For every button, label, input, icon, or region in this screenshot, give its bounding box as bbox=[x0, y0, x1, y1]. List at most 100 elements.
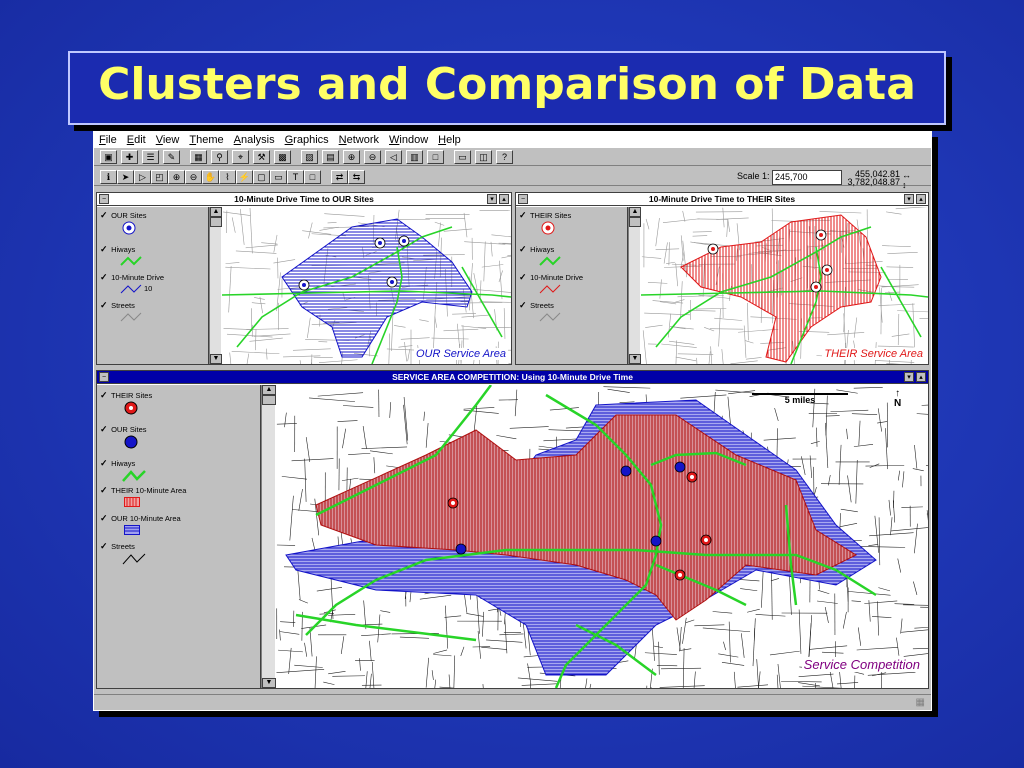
layout-icon[interactable]: ▭ bbox=[454, 150, 471, 164]
legend-streets[interactable]: ✓ Streets bbox=[100, 542, 146, 565]
maximize-button[interactable]: ▴ bbox=[499, 194, 509, 204]
menu-help[interactable]: Help bbox=[433, 132, 466, 146]
legend-hiways[interactable]: ✓ Hiways bbox=[100, 459, 146, 482]
minimize-button[interactable]: ▾ bbox=[487, 194, 497, 204]
zoom-out-tool-icon[interactable]: ⊖ bbox=[185, 170, 202, 184]
select-by-theme-icon[interactable]: ▥ bbox=[406, 150, 423, 164]
check-icon[interactable]: ✓ bbox=[519, 273, 528, 282]
view-competition-titlebar[interactable]: − SERVICE AREA COMPETITION: Using 10-Min… bbox=[97, 371, 928, 384]
legend-hiways[interactable]: ✓ Hiways bbox=[519, 245, 561, 266]
legend-hiways[interactable]: ✓ Hiways bbox=[100, 245, 142, 266]
check-icon[interactable]: ✓ bbox=[100, 459, 109, 468]
legend-streets[interactable]: ✓ Streets bbox=[519, 301, 561, 322]
legend-scrollbar[interactable]: ▲ ▼ bbox=[261, 385, 276, 688]
menu-view[interactable]: View bbox=[151, 132, 185, 146]
check-icon[interactable]: ✓ bbox=[100, 391, 109, 400]
zoom-previous-icon[interactable]: ◁ bbox=[385, 150, 402, 164]
legend-our-area[interactable]: ✓ OUR 10-Minute Area bbox=[100, 514, 181, 535]
vertex-edit-icon[interactable]: ▷ bbox=[134, 170, 151, 184]
window-control-menu[interactable]: − bbox=[99, 194, 109, 204]
check-icon[interactable]: ✓ bbox=[100, 273, 109, 282]
scroll-up-icon[interactable]: ▲ bbox=[210, 207, 222, 217]
find-icon[interactable]: ⚲ bbox=[211, 150, 228, 164]
text-tool-icon[interactable]: T bbox=[287, 170, 304, 184]
legend-our-sites[interactable]: ✓ OUR Sites bbox=[100, 425, 147, 449]
zoom-in-icon[interactable]: ⊕ bbox=[343, 150, 360, 164]
query-builder-icon[interactable]: ⚒ bbox=[253, 150, 270, 164]
view-our-sites[interactable]: − 10-Minute Drive Time to OUR Sites ▾ ▴ … bbox=[96, 192, 512, 365]
scroll-thumb[interactable] bbox=[262, 395, 276, 405]
network-find-route-icon[interactable]: ⇄ bbox=[331, 170, 348, 184]
menu-theme[interactable]: Theme bbox=[184, 132, 228, 146]
legend-drive-time[interactable]: ✓ 10-Minute Drive bbox=[519, 273, 583, 294]
check-icon[interactable]: ✓ bbox=[519, 245, 528, 254]
legend-our-sites[interactable]: ✓ OUR Sites bbox=[100, 211, 147, 235]
pan-icon[interactable]: ✋ bbox=[202, 170, 219, 184]
identify-icon[interactable]: ℹ bbox=[100, 170, 117, 184]
map-their[interactable]: THEIR Service Area bbox=[641, 207, 928, 364]
legend-their-sites[interactable]: ✓ THEIR Sites bbox=[519, 211, 571, 235]
check-icon[interactable]: ✓ bbox=[100, 425, 109, 434]
scroll-up-icon[interactable]: ▲ bbox=[262, 385, 276, 395]
pointer-icon[interactable]: ➤ bbox=[117, 170, 134, 184]
minimize-button[interactable]: ▾ bbox=[904, 194, 914, 204]
legend-streets[interactable]: ✓ Streets bbox=[100, 301, 142, 322]
save-icon[interactable]: ▣ bbox=[100, 150, 117, 164]
menu-file[interactable]: File bbox=[94, 132, 122, 146]
view-service-competition[interactable]: − SERVICE AREA COMPETITION: Using 10-Min… bbox=[96, 370, 929, 689]
check-icon[interactable]: ✓ bbox=[100, 211, 109, 220]
zoom-active-themes-icon[interactable]: ▨ bbox=[301, 150, 318, 164]
view-their-titlebar[interactable]: − 10-Minute Drive Time to THEIR Sites ▾ … bbox=[516, 193, 928, 206]
zoom-full-extent-icon[interactable]: ▩ bbox=[274, 150, 291, 164]
scroll-thumb[interactable] bbox=[629, 217, 641, 227]
zoom-selected-icon[interactable]: ▤ bbox=[322, 150, 339, 164]
open-table-icon[interactable]: ▦ bbox=[190, 150, 207, 164]
resize-grip-icon[interactable]: ▦ bbox=[916, 697, 925, 708]
window-control-menu[interactable]: − bbox=[518, 194, 528, 204]
view-our-titlebar[interactable]: − 10-Minute Drive Time to OUR Sites ▾ ▴ bbox=[97, 193, 511, 206]
zoom-out-icon[interactable]: ⊖ bbox=[364, 150, 381, 164]
measure-icon[interactable]: ⌇ bbox=[219, 170, 236, 184]
menu-analysis[interactable]: Analysis bbox=[229, 132, 280, 146]
scale-input[interactable]: 245,700 bbox=[772, 170, 842, 185]
scroll-down-icon[interactable]: ▼ bbox=[629, 354, 641, 364]
help-cursor-icon[interactable]: ? bbox=[496, 150, 513, 164]
draw-icon[interactable]: □ bbox=[304, 170, 321, 184]
check-icon[interactable]: ✓ bbox=[100, 245, 109, 254]
legend-scrollbar[interactable]: ▲ ▼ bbox=[628, 207, 641, 364]
scroll-down-icon[interactable]: ▼ bbox=[210, 354, 222, 364]
check-icon[interactable]: ✓ bbox=[100, 301, 109, 310]
legend-their-area[interactable]: ✓ THEIR 10-Minute Area bbox=[100, 486, 186, 507]
check-icon[interactable]: ✓ bbox=[519, 301, 528, 310]
locate-address-icon[interactable]: ⌖ bbox=[232, 150, 249, 164]
legend-their-sites[interactable]: ✓ THEIR Sites bbox=[100, 391, 152, 415]
label-icon[interactable]: ▭ bbox=[270, 170, 287, 184]
area-of-interest-icon[interactable]: ▢ bbox=[253, 170, 270, 184]
check-icon[interactable]: ✓ bbox=[100, 486, 109, 495]
chart-icon[interactable]: ◫ bbox=[475, 150, 492, 164]
view-their-sites[interactable]: − 10-Minute Drive Time to THEIR Sites ▾ … bbox=[515, 192, 929, 365]
menu-window[interactable]: Window bbox=[384, 132, 433, 146]
legend-drive-time[interactable]: ✓ 10-Minute Drive 10 bbox=[100, 273, 164, 294]
zoom-in-tool-icon[interactable]: ⊕ bbox=[168, 170, 185, 184]
map-our[interactable]: OUR Service Area bbox=[222, 207, 511, 364]
maximize-button[interactable]: ▴ bbox=[916, 372, 926, 382]
add-theme-icon[interactable]: ✚ bbox=[121, 150, 138, 164]
theme-properties-icon[interactable]: ☰ bbox=[142, 150, 159, 164]
clear-selection-icon[interactable]: □ bbox=[427, 150, 444, 164]
check-icon[interactable]: ✓ bbox=[519, 211, 528, 220]
hotlink-icon[interactable]: ⚡ bbox=[236, 170, 253, 184]
scroll-down-icon[interactable]: ▼ bbox=[262, 678, 276, 688]
edit-legend-icon[interactable]: ✎ bbox=[163, 150, 180, 164]
window-control-menu[interactable]: − bbox=[99, 372, 109, 382]
legend-scrollbar[interactable]: ▲ ▼ bbox=[209, 207, 222, 364]
network-find-closest-icon[interactable]: ⇆ bbox=[348, 170, 365, 184]
check-icon[interactable]: ✓ bbox=[100, 542, 109, 551]
menu-network[interactable]: Network bbox=[334, 132, 384, 146]
scroll-thumb[interactable] bbox=[210, 217, 222, 227]
menu-graphics[interactable]: Graphics bbox=[280, 132, 334, 146]
minimize-button[interactable]: ▾ bbox=[904, 372, 914, 382]
maximize-button[interactable]: ▴ bbox=[916, 194, 926, 204]
menu-edit[interactable]: Edit bbox=[122, 132, 151, 146]
map-competition[interactable]: 5 miles ↑ N Service Competition bbox=[276, 385, 928, 688]
